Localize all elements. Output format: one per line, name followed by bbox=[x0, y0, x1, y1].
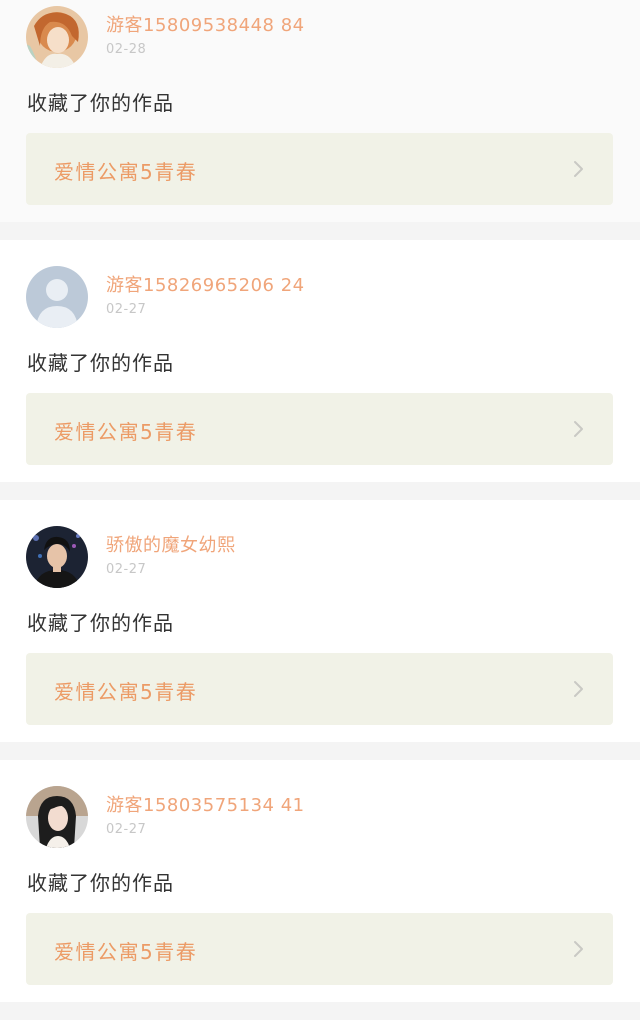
boy-photo-avatar-icon[interactable] bbox=[26, 526, 88, 588]
chevron-right-icon bbox=[574, 681, 583, 697]
work-link[interactable]: 爱情公寓5青春 bbox=[26, 653, 613, 725]
girl-photo-avatar-icon[interactable] bbox=[26, 786, 88, 848]
username[interactable]: 游客15826965206 24 bbox=[106, 271, 305, 297]
notification-card: 游客15803575134 41 02-27 收藏了你的作品 爱情公寓5青春 bbox=[0, 760, 640, 1002]
activity-message: 收藏了你的作品 bbox=[27, 91, 174, 115]
chevron-right-icon bbox=[574, 941, 583, 957]
work-title: 爱情公寓5青春 bbox=[54, 160, 198, 184]
work-link[interactable]: 爱情公寓5青春 bbox=[26, 913, 613, 985]
activity-message: 收藏了你的作品 bbox=[27, 351, 174, 375]
notification-feed: 游客15809538448 84 02-28 收藏了你的作品 爱情公寓5青春 游… bbox=[0, 0, 640, 1020]
timestamp: 02-27 bbox=[106, 562, 147, 577]
notification-card: 游客15809538448 84 02-28 收藏了你的作品 爱情公寓5青春 bbox=[0, 0, 640, 222]
timestamp: 02-27 bbox=[106, 302, 147, 317]
work-link[interactable]: 爱情公寓5青春 bbox=[26, 133, 613, 205]
work-title: 爱情公寓5青春 bbox=[54, 940, 198, 964]
activity-message: 收藏了你的作品 bbox=[27, 871, 174, 895]
timestamp: 02-27 bbox=[106, 822, 147, 837]
notification-card: 游客15826965206 24 02-27 收藏了你的作品 爱情公寓5青春 bbox=[0, 240, 640, 482]
default-user-avatar-icon[interactable] bbox=[26, 266, 88, 328]
work-link[interactable]: 爱情公寓5青春 bbox=[26, 393, 613, 465]
username[interactable]: 游客15803575134 41 bbox=[106, 791, 305, 817]
work-title: 爱情公寓5青春 bbox=[54, 420, 198, 444]
activity-message: 收藏了你的作品 bbox=[27, 611, 174, 635]
chevron-right-icon bbox=[574, 161, 583, 177]
anime-girl-avatar-icon[interactable] bbox=[26, 6, 88, 68]
chevron-right-icon bbox=[574, 421, 583, 437]
timestamp: 02-28 bbox=[106, 42, 147, 57]
notification-card: 骄傲的魔女幼熙 02-27 收藏了你的作品 爱情公寓5青春 bbox=[0, 500, 640, 742]
username[interactable]: 游客15809538448 84 bbox=[106, 11, 305, 37]
work-title: 爱情公寓5青春 bbox=[54, 680, 198, 704]
username[interactable]: 骄傲的魔女幼熙 bbox=[106, 531, 236, 557]
